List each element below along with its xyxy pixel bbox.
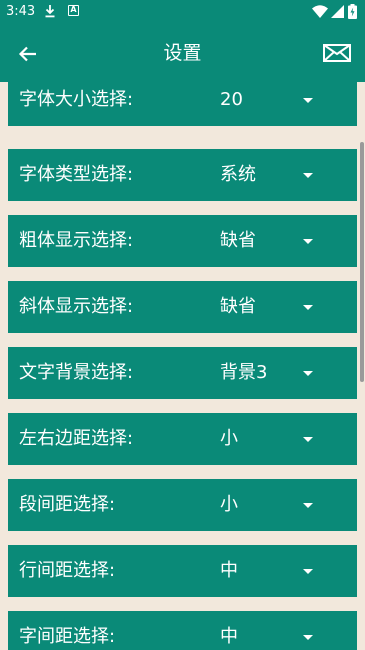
dropdown-arrow-icon[interactable]	[303, 371, 313, 376]
setting-row-font-size[interactable]: 字体大小选择: 20	[8, 82, 357, 126]
setting-label: 文字背景选择:	[19, 362, 134, 383]
dropdown-arrow-icon[interactable]	[303, 635, 313, 640]
setting-value: 中	[220, 560, 238, 581]
setting-row-letter-spacing[interactable]: 字间距选择: 中	[8, 611, 357, 650]
dropdown-arrow-icon[interactable]	[303, 239, 313, 244]
setting-row-italic[interactable]: 斜体显示选择: 缺省	[8, 281, 357, 333]
setting-value: 缺省	[220, 230, 256, 251]
setting-label: 段间距选择:	[19, 494, 116, 515]
setting-row-bold[interactable]: 粗体显示选择: 缺省	[8, 215, 357, 267]
notification-a-icon: A	[68, 5, 79, 16]
setting-label: 左右边距选择:	[19, 428, 134, 449]
setting-value: 缺省	[220, 296, 256, 317]
status-time: 3:43	[6, 4, 36, 19]
page-title: 设置	[163, 42, 202, 64]
setting-value: 20	[220, 89, 243, 110]
mail-icon[interactable]	[322, 41, 352, 65]
setting-value: 背景3	[220, 362, 268, 383]
setting-label: 字间距选择:	[19, 626, 116, 647]
dropdown-arrow-icon[interactable]	[303, 503, 313, 508]
setting-row-text-background[interactable]: 文字背景选择: 背景3	[8, 347, 357, 399]
setting-row-line-spacing[interactable]: 行间距选择: 中	[8, 545, 357, 597]
setting-label: 行间距选择:	[19, 560, 116, 581]
wifi-icon	[312, 5, 328, 18]
settings-list[interactable]: 字体大小选择: 20 字体类型选择: 系统 粗体显示选择: 缺省 斜体显示选择:…	[0, 82, 365, 650]
scrollbar[interactable]	[360, 142, 364, 382]
setting-label: 字体类型选择:	[19, 164, 134, 185]
status-bar: 3:43 A	[0, 0, 365, 24]
dropdown-arrow-icon[interactable]	[303, 437, 313, 442]
setting-row-paragraph-spacing[interactable]: 段间距选择: 小	[8, 479, 357, 531]
app-bar: 设置	[0, 24, 365, 82]
dropdown-arrow-icon[interactable]	[303, 569, 313, 574]
battery-charging-icon	[348, 4, 357, 19]
download-icon	[45, 5, 55, 18]
dropdown-arrow-icon[interactable]	[303, 173, 313, 178]
setting-row-font-type[interactable]: 字体类型选择: 系统	[8, 149, 357, 201]
dropdown-arrow-icon[interactable]	[303, 98, 313, 103]
setting-value: 小	[220, 494, 238, 515]
setting-value: 中	[220, 626, 238, 647]
setting-row-margin[interactable]: 左右边距选择: 小	[8, 413, 357, 465]
setting-value: 系统	[220, 164, 256, 185]
setting-label: 斜体显示选择:	[19, 296, 134, 317]
signal-icon	[331, 5, 344, 18]
setting-label: 字体大小选择:	[19, 89, 134, 110]
dropdown-arrow-icon[interactable]	[303, 305, 313, 310]
setting-value: 小	[220, 428, 238, 449]
setting-label: 粗体显示选择:	[19, 230, 134, 251]
